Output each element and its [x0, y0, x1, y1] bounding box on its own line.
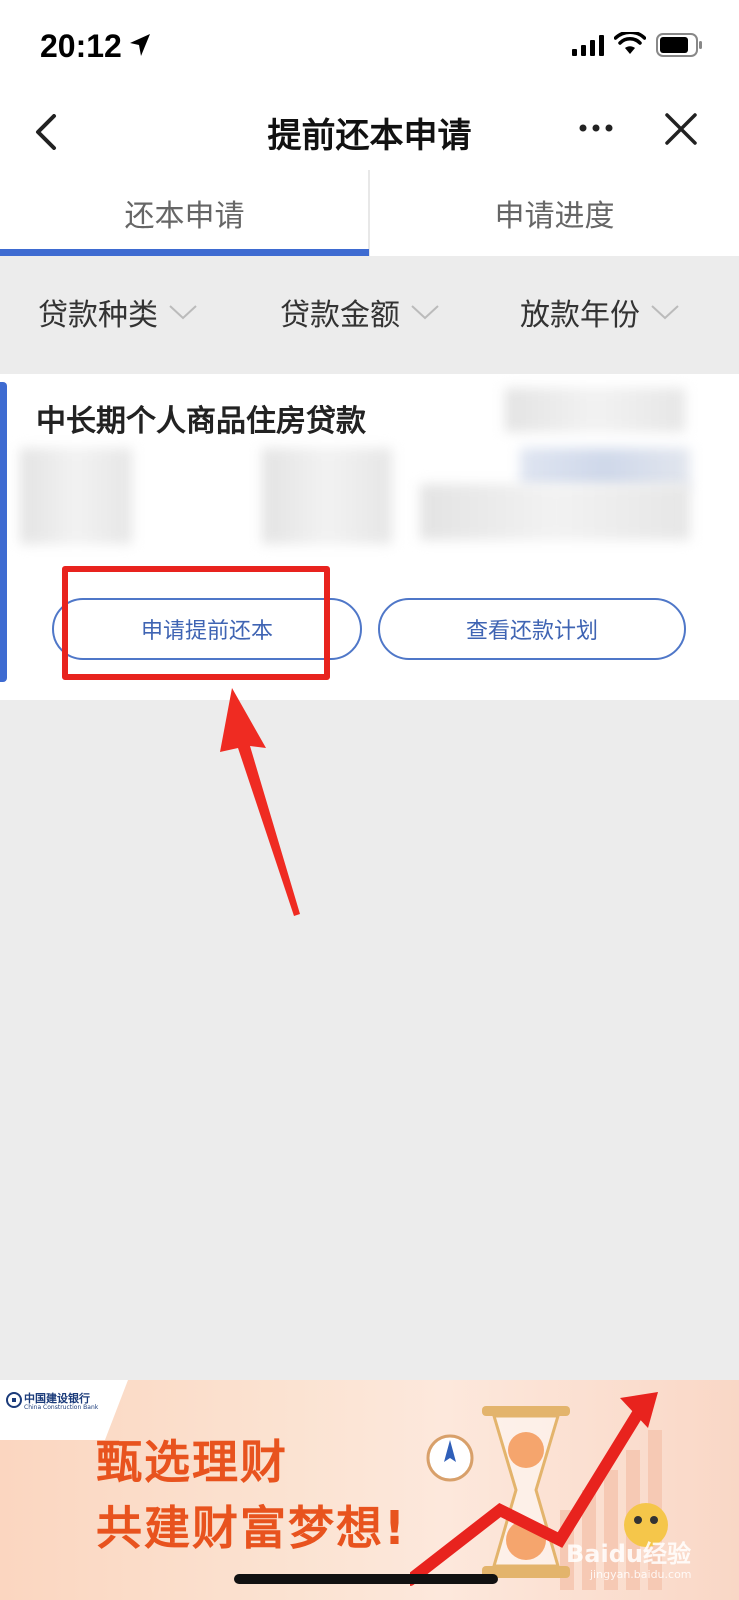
filter-loan-type[interactable]: 贷款种类	[38, 290, 198, 334]
ccb-logo-icon	[6, 1392, 22, 1408]
banner-headline-1: 甄选理财	[96, 1435, 288, 1489]
banner-headline-2: 共建财富梦想!	[96, 1501, 407, 1555]
redacted-amount	[505, 388, 685, 432]
close-icon[interactable]	[664, 112, 698, 146]
status-time: 20:12	[40, 28, 122, 64]
bank-name-en: China Construction Bank	[24, 1404, 99, 1411]
redacted-info	[420, 484, 690, 540]
status-bar: 20:12	[0, 0, 739, 92]
filter-loan-amount[interactable]: 贷款金额	[280, 290, 440, 334]
red-arrow-annotation	[220, 688, 300, 916]
tab-bar: 还本申请 申请进度	[0, 170, 739, 256]
page-title: 提前还本申请	[267, 116, 472, 156]
promo-banner[interactable]: 中国建设银行 China Construction Bank 甄选理财 共建财富…	[0, 1380, 739, 1600]
highlight-box	[62, 566, 330, 680]
filter-loan-year[interactable]: 放款年份	[520, 290, 680, 334]
redacted-info	[20, 448, 132, 544]
filter-bar: 贷款种类 贷款金额 放款年份	[0, 256, 739, 368]
chevron-down-icon	[651, 305, 679, 320]
location-arrow-icon	[130, 34, 150, 56]
more-dots-icon[interactable]	[578, 122, 614, 134]
redacted-info	[262, 448, 392, 544]
baidu-watermark: Baidu经验	[566, 1540, 691, 1568]
redacted-info	[520, 448, 690, 488]
view-repayment-plan-button[interactable]: 查看还款计划	[378, 598, 686, 660]
home-indicator	[234, 1574, 498, 1584]
chevron-down-icon	[169, 305, 197, 320]
chevron-down-icon	[411, 305, 439, 320]
card-accent-bar	[0, 382, 7, 682]
cellular-signal-icon	[572, 35, 604, 56]
battery-icon	[656, 33, 702, 57]
wifi-icon	[614, 32, 646, 54]
loan-type-title: 中长期个人商品住房贷款	[36, 404, 366, 439]
nav-bar: 提前还本申请	[0, 92, 739, 170]
baidu-watermark-url: jingyan.baidu.com	[590, 1568, 692, 1581]
filter-loan-year-label: 放款年份	[520, 298, 640, 333]
filter-loan-amount-label: 贷款金额	[280, 298, 400, 333]
filter-loan-type-label: 贷款种类	[38, 298, 158, 333]
tab-application-progress[interactable]: 申请进度	[370, 170, 739, 256]
tab-repayment-application[interactable]: 还本申请	[0, 170, 369, 256]
